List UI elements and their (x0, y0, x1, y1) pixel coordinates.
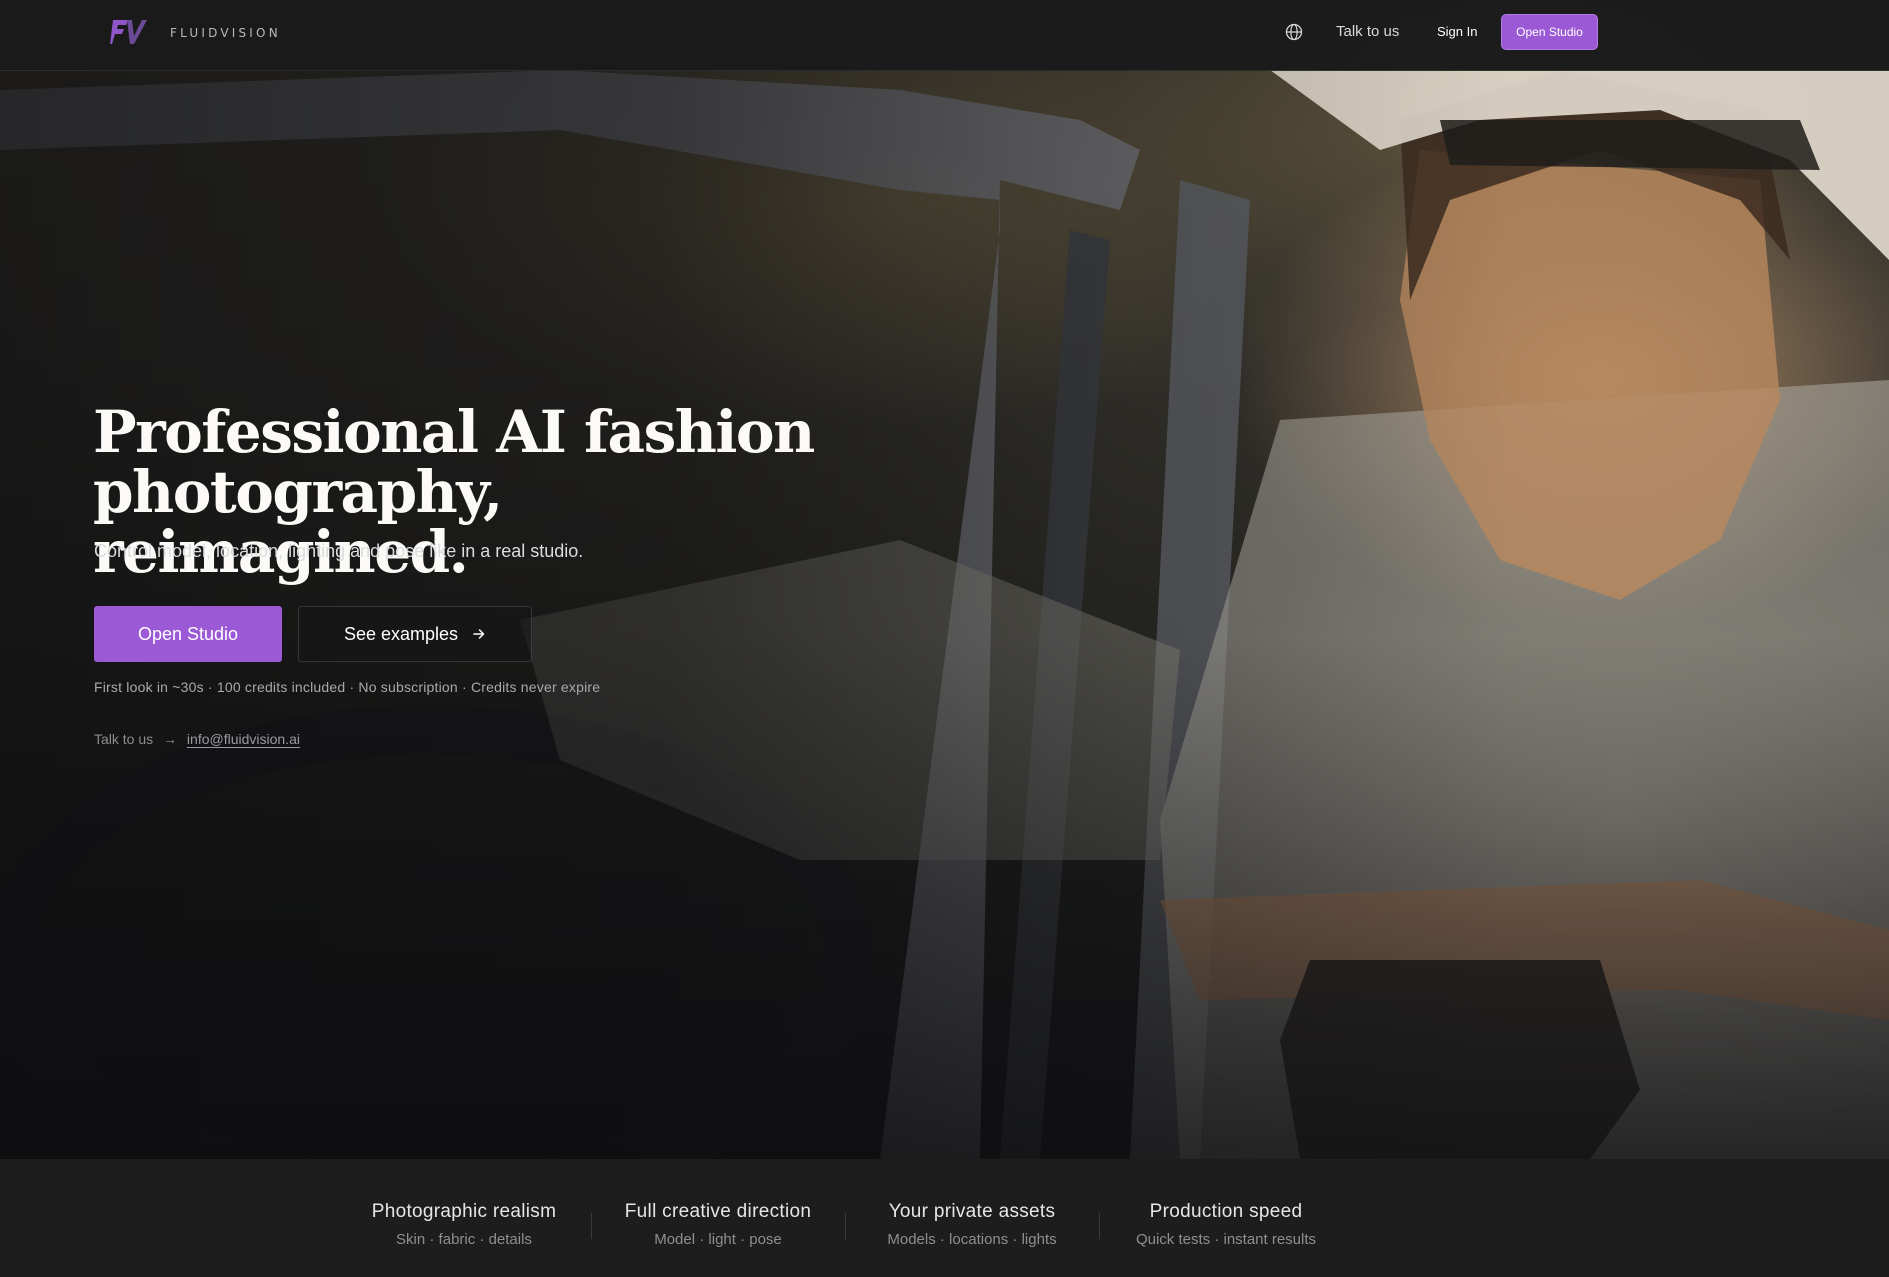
see-examples-label: See examples (343, 623, 459, 644)
fv-logo-icon[interactable] (110, 18, 148, 46)
hero-subheadline: Control model, location, lighting and po… (94, 541, 584, 561)
contact-line: Talk to us → info@fluidvision.ai (94, 731, 300, 747)
feature-subtitle: Skin · fabric · details (396, 1231, 532, 1248)
feature-item: Your private assets Models · locations ·… (857, 1201, 1087, 1248)
nav-open-studio-button[interactable]: Open Studio (1501, 14, 1598, 50)
feature-item: Production speed Quick tests · instant r… (1111, 1201, 1341, 1248)
feature-divider (845, 1213, 846, 1239)
feature-title: Production speed (1149, 1201, 1303, 1222)
feature-divider (1099, 1213, 1100, 1239)
feature-item: Photographic realism Skin · fabric · det… (349, 1201, 579, 1248)
globe-icon[interactable] (1285, 23, 1303, 41)
arrow-right-icon (473, 629, 485, 639)
landing-page: FLUIDVISION Talk to us Sign In Open Stud… (0, 0, 1889, 1277)
features-bar: Photographic realism Skin · fabric · det… (0, 1159, 1889, 1277)
feature-title: Photographic realism (371, 1201, 557, 1222)
contact-label: Talk to us (94, 731, 154, 747)
feature-title: Full creative direction (624, 1201, 812, 1222)
feature-subtitle: Model · light · pose (654, 1231, 782, 1248)
brand-name[interactable]: FLUIDVISION (170, 26, 281, 40)
nav-talk-to-us-link[interactable]: Talk to us (1336, 23, 1399, 40)
feature-subtitle: Models · locations · lights (887, 1231, 1057, 1248)
feature-item: Full creative direction Model · light · … (603, 1201, 833, 1248)
feature-subtitle: Quick tests · instant results (1135, 1231, 1317, 1248)
contact-email-link[interactable]: info@fluidvision.ai (187, 731, 300, 747)
feature-divider (591, 1213, 592, 1239)
see-examples-button[interactable]: See examples (298, 606, 532, 662)
top-nav: FLUIDVISION Talk to us Sign In Open Stud… (0, 0, 1889, 71)
open-studio-button[interactable]: Open Studio (94, 606, 282, 662)
feature-title: Your private assets (888, 1201, 1056, 1222)
contact-arrow-icon: → (163, 731, 178, 747)
hero-fineprint: First look in ~30s · 100 credits include… (94, 679, 601, 695)
nav-sign-in-link[interactable]: Sign In (1437, 24, 1477, 39)
